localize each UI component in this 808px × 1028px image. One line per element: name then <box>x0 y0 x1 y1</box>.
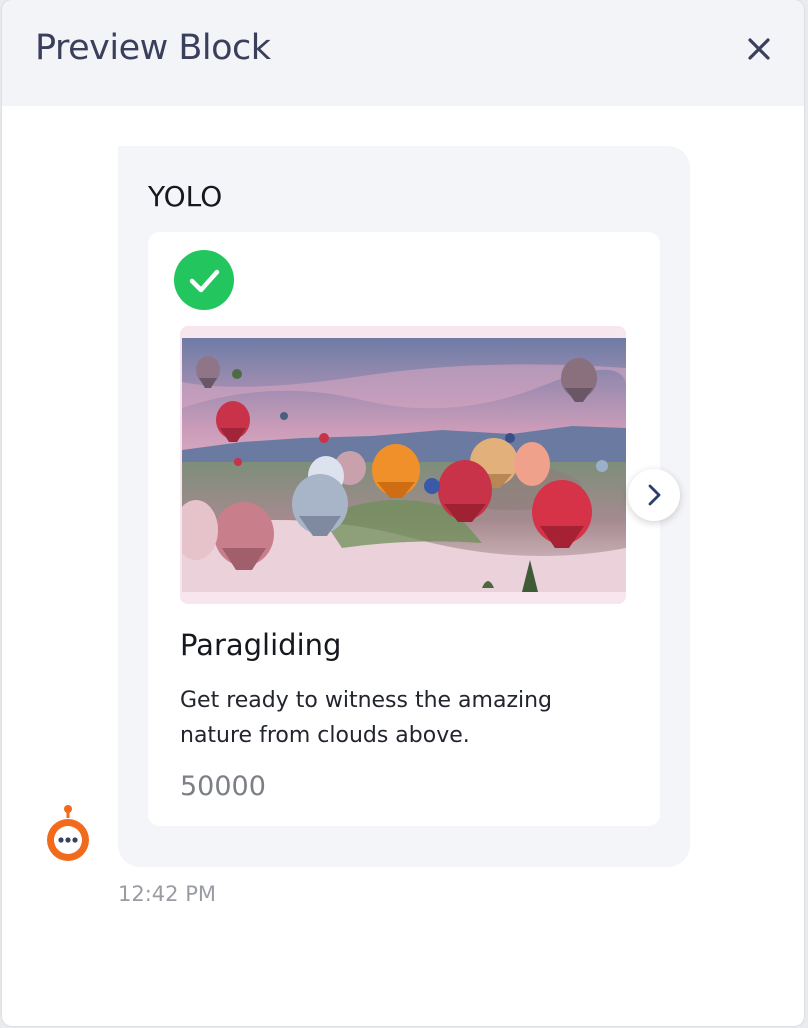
message-title: YOLO <box>148 180 223 213</box>
modal-header: Preview Block <box>2 0 804 106</box>
close-button[interactable] <box>740 30 778 68</box>
card-price: 50000 <box>180 771 266 802</box>
hot-air-balloons-image <box>182 338 626 592</box>
carousel-next-button[interactable] <box>628 469 680 521</box>
preview-block-modal: Preview Block YOLO Paragliding Get ready… <box>2 0 804 1026</box>
message-timestamp: 12:42 PM <box>118 882 216 906</box>
message-bubble: YOLO Paragliding Get ready to witness th… <box>118 146 690 867</box>
card-description: Get ready to witness the amazing nature … <box>180 688 553 748</box>
card-image-frame <box>180 326 626 604</box>
modal-body: YOLO Paragliding Get ready to witness th… <box>2 106 804 1026</box>
carousel-card[interactable]: Paragliding Get ready to witness the ama… <box>148 232 680 826</box>
check-circle-icon <box>174 250 234 310</box>
close-icon <box>748 38 770 60</box>
modal-title: Preview Block <box>35 28 271 68</box>
card-title: Paragliding <box>180 628 342 662</box>
chatbot-icon <box>47 805 89 861</box>
chevron-right-icon <box>648 484 661 506</box>
